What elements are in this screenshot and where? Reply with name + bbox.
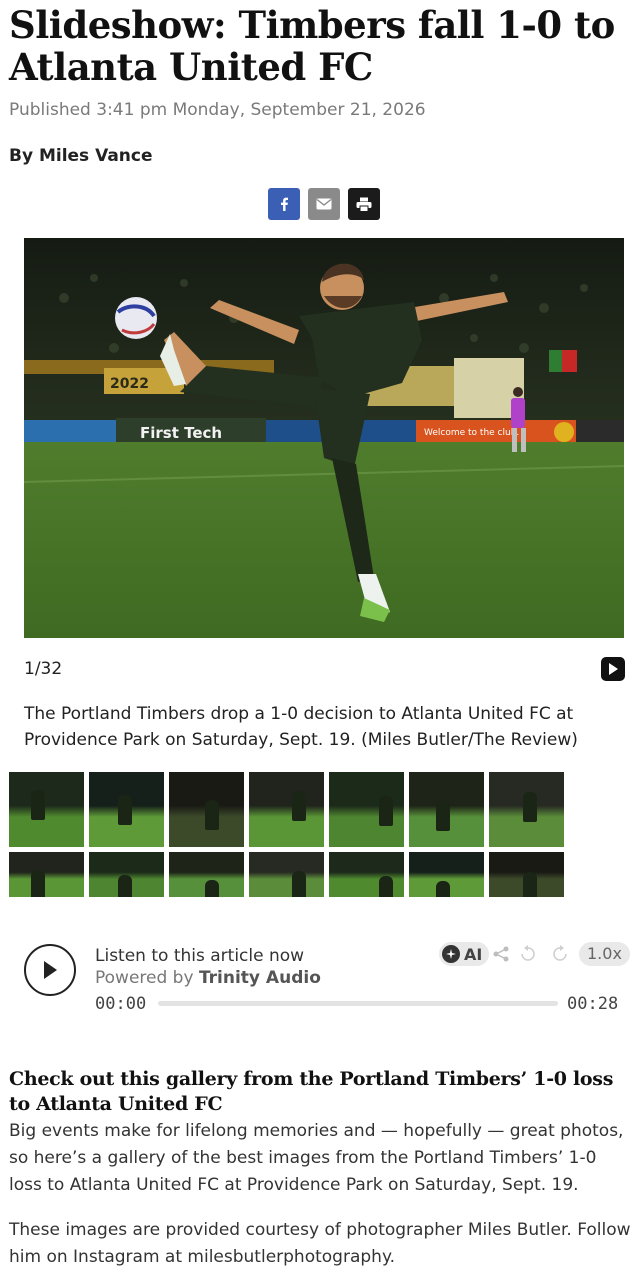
- total-time: 00:28: [567, 994, 619, 1014]
- thumbnail-player-figure: [118, 875, 132, 897]
- gallery-thumbnail[interactable]: [489, 852, 564, 897]
- thumbnail-player-figure: [523, 872, 537, 897]
- gallery-thumbnails: [9, 772, 569, 902]
- gallery-thumbnail[interactable]: [409, 852, 484, 897]
- gallery-thumbnail[interactable]: [489, 772, 564, 847]
- play-icon: [44, 961, 57, 979]
- facebook-share-button[interactable]: [268, 188, 300, 220]
- email-icon: [316, 198, 332, 210]
- gallery-thumbnail[interactable]: [329, 772, 404, 847]
- board-fence-text: Welcome to the club.: [424, 428, 519, 438]
- thumbnail-player-figure: [205, 800, 219, 830]
- article-title: Slideshow: Timbers fall 1-0 to Atlanta U…: [9, 3, 615, 89]
- thumbnail-player-figure: [523, 792, 537, 822]
- gallery-thumbnail[interactable]: [9, 772, 84, 847]
- audio-progress-bar[interactable]: [158, 1001, 558, 1006]
- board-first-tech: First Tech: [140, 424, 222, 442]
- thumbnail-player-figure: [31, 870, 45, 897]
- published-date: Published 3:41 pm Monday, September 21, …: [9, 100, 426, 120]
- rewind-10-icon[interactable]: [519, 945, 537, 963]
- gallery-thumbnail[interactable]: [329, 852, 404, 897]
- play-icon: [609, 663, 618, 675]
- current-time: 00:00: [95, 994, 147, 1014]
- email-share-button[interactable]: [308, 188, 340, 220]
- body-paragraph-1: Big events make for lifelong memories an…: [9, 1121, 624, 1195]
- gallery-main-image[interactable]: 2022 First Tech Welcome to the club.: [24, 238, 624, 638]
- listen-label: Listen to this article now: [95, 946, 305, 966]
- gallery-thumbnail[interactable]: [9, 852, 84, 897]
- powered-prefix: Powered by: [95, 968, 194, 988]
- thumbnail-player-figure: [436, 881, 450, 897]
- gallery-thumbnail[interactable]: [89, 852, 164, 897]
- gallery-thumbnail[interactable]: [169, 852, 244, 897]
- print-button[interactable]: [348, 188, 380, 220]
- thumbnail-row-1: [9, 772, 569, 847]
- forward-10-icon[interactable]: [551, 945, 569, 963]
- gallery-thumbnail[interactable]: [249, 772, 324, 847]
- thumbnail-player-figure: [379, 876, 393, 897]
- gallery-thumbnail[interactable]: [89, 772, 164, 847]
- gallery-counter: 1/32: [24, 659, 63, 679]
- audio-player: Listen to this article now Powered by Tr…: [24, 940, 630, 1020]
- thumbnail-player-figure: [379, 796, 393, 826]
- thumbnail-player-figure: [292, 871, 306, 897]
- thumbnail-player-figure: [205, 880, 219, 897]
- facebook-icon: [281, 197, 288, 211]
- board-year: 2022: [110, 376, 149, 392]
- thumbnail-player-figure: [118, 795, 132, 825]
- gallery-caption: The Portland Timbers drop a 1-0 decision…: [24, 704, 578, 750]
- gallery-thumbnail[interactable]: [249, 852, 324, 897]
- share-bar: [268, 188, 380, 220]
- ai-label: AI: [464, 944, 483, 964]
- gallery-thumbnail[interactable]: [409, 772, 484, 847]
- body-paragraph-2: These images are provided courtesy of ph…: [9, 1220, 631, 1267]
- ai-button[interactable]: AI: [439, 942, 490, 966]
- audio-play-button[interactable]: [24, 944, 76, 996]
- powered-brand: Trinity Audio: [198, 968, 321, 988]
- playback-speed-button[interactable]: 1.0x: [579, 942, 630, 966]
- powered-by: Powered by Trinity Audio: [95, 968, 321, 988]
- gallery-thumbnail[interactable]: [169, 772, 244, 847]
- thumbnail-player-figure: [292, 791, 306, 821]
- thumbnail-player-figure: [436, 801, 450, 831]
- section-subhead: Check out this gallery from the Portland…: [9, 1068, 614, 1115]
- share-icon[interactable]: [492, 945, 510, 963]
- print-icon: [356, 197, 372, 212]
- slideshow-play-button[interactable]: [601, 657, 625, 681]
- soccer-player-photo: 2022 First Tech Welcome to the club.: [24, 238, 624, 638]
- ai-icon: [442, 945, 460, 963]
- thumbnail-row-2: [9, 852, 569, 897]
- byline: By Miles Vance: [9, 146, 153, 166]
- thumbnail-player-figure: [31, 790, 45, 820]
